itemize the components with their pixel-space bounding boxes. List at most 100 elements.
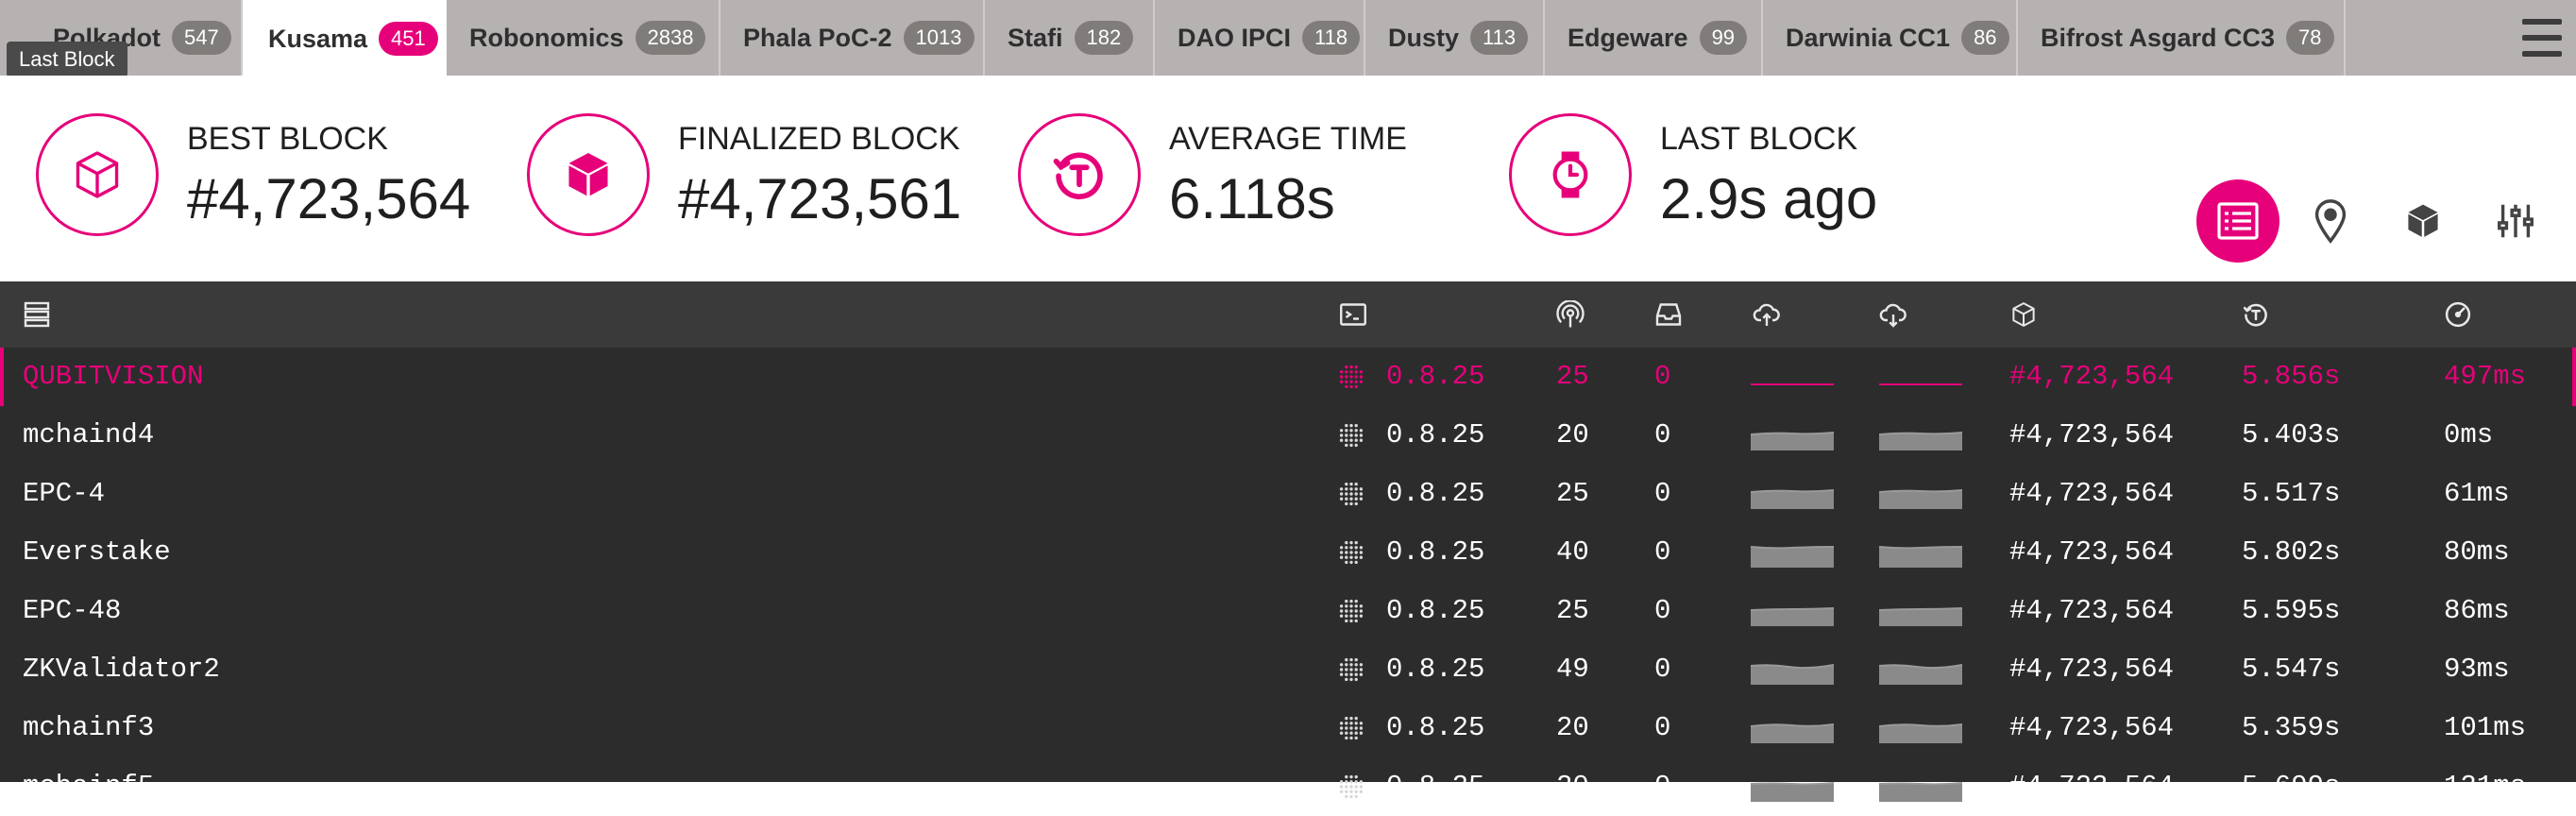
node-peers: 49 <box>1556 654 1589 685</box>
tab-count-badge: 451 <box>379 22 438 56</box>
tab-count-badge: 86 <box>1961 21 2009 55</box>
tab-label: Edgeware <box>1568 23 1688 52</box>
node-version: 0.8.25 <box>1386 712 1485 743</box>
node-block: #4,723,564 <box>2009 478 2175 509</box>
sparkline <box>1879 546 1962 568</box>
node-version: 0.8.25 <box>1386 536 1485 568</box>
node-table: QUBITVISION 0.8.25 25 0 #4,723,564 5.856s 497m… <box>0 281 2576 802</box>
tab-count-badge: 113 <box>1470 21 1529 55</box>
menu-icon[interactable] <box>2522 17 2564 59</box>
node-name: mchaind4 <box>23 419 155 450</box>
node-propagation: 0ms <box>2444 419 2494 450</box>
node-block-time: 5.359s <box>2242 712 2341 743</box>
stat-value: #4,723,564 <box>187 167 471 230</box>
cube-outline-icon <box>36 113 159 236</box>
node-peers: 25 <box>1556 478 1589 509</box>
sparkline <box>1751 383 1834 385</box>
timer-icon <box>1018 113 1141 236</box>
node-name: EPC-48 <box>23 595 122 626</box>
stat-best-block: BEST BLOCK #4,723,564 <box>36 113 508 246</box>
tab-kusama[interactable]: Kusama 451 <box>243 0 447 77</box>
propagation-gauge-icon[interactable] <box>2444 300 2472 329</box>
table-row[interactable]: mchainf5 0.8.25 20 0 #4,723,564 5.699s 121ms <box>0 757 2576 816</box>
block-time-icon[interactable] <box>2242 300 2270 329</box>
table-row[interactable]: mchainf3 0.8.25 20 0 #4,723,564 5.359s 101ms <box>0 699 2576 757</box>
last-block-tooltip: Last Block <box>7 42 127 77</box>
tab-phala-poc-2[interactable]: Phala PoC-2 1013 <box>720 0 985 76</box>
cube-view-icon[interactable] <box>2381 179 2465 263</box>
node-name: mchainf5 <box>23 771 155 802</box>
tab-stafi[interactable]: Stafi 182 <box>985 0 1155 76</box>
node-propagation: 61ms <box>2444 478 2510 509</box>
tab-darwinia-cc1[interactable]: Darwinia CC1 86 <box>1763 0 2018 76</box>
table-row[interactable]: EPC-48 0.8.25 25 0 #4,723,564 5.595s 86ms <box>0 582 2576 640</box>
terminal-icon[interactable] <box>1339 300 1367 329</box>
sparkline <box>1751 432 1834 450</box>
tab-edgeware[interactable]: Edgeware 99 <box>1545 0 1763 76</box>
table-row[interactable]: EPC-4 0.8.25 25 0 #4,723,564 5.517s 61ms <box>0 465 2576 523</box>
tab-label: Bifrost Asgard CC3 <box>2041 23 2276 52</box>
table-row[interactable]: Everstake 0.8.25 40 0 #4,723,564 5.802s 80ms <box>0 523 2576 582</box>
sparkline <box>1879 782 1962 802</box>
tab-count-badge: 182 <box>1074 21 1134 55</box>
node-block: #4,723,564 <box>2009 419 2175 450</box>
tab-count-badge: 78 <box>2286 21 2334 55</box>
tab-dusty[interactable]: Dusty 113 <box>1365 0 1545 76</box>
tab-label: Robonomics <box>469 23 624 52</box>
sparkline <box>1879 489 1962 509</box>
sparkline <box>1751 607 1834 626</box>
node-block-time: 5.699s <box>2242 771 2341 802</box>
tx-inbox-icon[interactable] <box>1654 300 1683 329</box>
upload-icon[interactable] <box>1753 300 1781 329</box>
node-list-icon[interactable] <box>23 300 51 329</box>
tab-label: Dusty <box>1388 23 1460 52</box>
tab-bifrost-asgard-cc3[interactable]: Bifrost Asgard CC3 78 <box>2018 0 2346 76</box>
sparkline <box>1751 546 1834 568</box>
sparkline <box>1879 664 1962 685</box>
tab-label: DAO IPCI <box>1178 23 1292 52</box>
node-txs: 0 <box>1654 771 1671 802</box>
table-row[interactable]: QUBITVISION 0.8.25 25 0 #4,723,564 5.856s 497m… <box>0 348 2576 406</box>
node-block: #4,723,564 <box>2009 712 2175 743</box>
table-header <box>0 281 2576 348</box>
tab-label: Phala PoC-2 <box>743 23 892 52</box>
sparkline <box>1751 489 1834 509</box>
list-view-icon[interactable] <box>2196 179 2279 263</box>
node-block-time: 5.802s <box>2242 536 2341 568</box>
node-txs: 0 <box>1654 595 1671 626</box>
watch-icon <box>1509 113 1632 236</box>
node-peers: 40 <box>1556 536 1589 568</box>
node-txs: 0 <box>1654 478 1671 509</box>
sparkline <box>1879 432 1962 450</box>
node-propagation: 497ms <box>2444 361 2527 392</box>
sparkline <box>1751 782 1834 802</box>
node-implementation-icon <box>1339 482 1364 506</box>
tab-robonomics[interactable]: Robonomics 2838 <box>447 0 720 76</box>
node-version: 0.8.25 <box>1386 595 1485 626</box>
tab-label: Darwinia CC1 <box>1786 23 1951 52</box>
map-view-icon[interactable] <box>2289 179 2372 263</box>
node-version: 0.8.25 <box>1386 771 1485 802</box>
tab-count-badge: 547 <box>172 21 231 55</box>
table-row[interactable]: mchaind4 0.8.25 20 0 #4,723,564 5.403s 0ms <box>0 406 2576 465</box>
peers-icon[interactable] <box>1556 300 1585 329</box>
tab-label: Kusama <box>268 24 368 53</box>
node-implementation-icon <box>1339 540 1364 565</box>
tab-count-badge: 1013 <box>903 21 974 55</box>
stat-value: 2.9s ago <box>1660 167 1878 230</box>
download-icon[interactable] <box>1879 300 1907 329</box>
node-block: #4,723,564 <box>2009 361 2175 392</box>
sparkline <box>1879 723 1962 743</box>
settings-sliders-icon[interactable] <box>2474 179 2557 263</box>
node-peers: 20 <box>1556 712 1589 743</box>
sparkline <box>1751 664 1834 685</box>
node-name: EPC-4 <box>23 478 106 509</box>
stat-label: LAST BLOCK <box>1660 121 1858 157</box>
tab-dao-ipci[interactable]: DAO IPCI 118 <box>1155 0 1365 76</box>
table-row[interactable]: ZKValidator2 0.8.25 49 0 #4,723,564 5.547s 93m… <box>0 640 2576 699</box>
node-peers: 20 <box>1556 419 1589 450</box>
node-block: #4,723,564 <box>2009 771 2175 802</box>
node-block-time: 5.856s <box>2242 361 2341 392</box>
node-block-time: 5.595s <box>2242 595 2341 626</box>
block-cube-icon[interactable] <box>2009 300 2038 329</box>
